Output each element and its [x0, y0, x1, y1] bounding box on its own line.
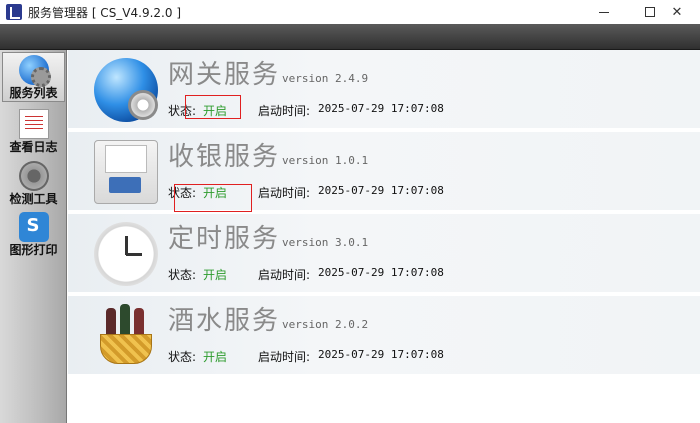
title-bar: 服务管理器 [ CS_V4.9.2.0 ] ✕ [0, 0, 700, 24]
globe-gear-icon [18, 55, 51, 87]
service-name: 网关服务 [168, 60, 281, 90]
minimize-button[interactable] [581, 0, 627, 24]
log-document-icon [18, 109, 49, 139]
start-time-value: 2025-07-29 17:07:08 [318, 348, 444, 361]
service-version: version 2.4.9 [282, 72, 369, 85]
service-list: 网关服务 version 2.4.9 状态: 开启 启动时间: 2025-07-… [68, 50, 700, 423]
service-card-beverage[interactable]: 酒水服务 version 2.0.2 状态: 开启 启动时间: 2025-07-… [68, 296, 700, 376]
start-time-label: 启动时间: [258, 268, 311, 282]
sidebar-item-graphic-print[interactable]: 图形打印 [2, 208, 65, 258]
service-name: 定时服务 [168, 224, 281, 254]
sidebar: 服务列表 查看日志 检测工具 图形打印 [0, 50, 67, 423]
service-card-timer[interactable]: 定时服务 version 3.0.1 状态: 开启 启动时间: 2025-07-… [68, 214, 700, 294]
sidebar-item-test-tool[interactable]: 检测工具 [2, 157, 65, 207]
service-card-cashier[interactable]: 收银服务 version 1.0.1 状态: 开启 启动时间: 2025-07-… [68, 132, 700, 212]
sidebar-item-label: 服务列表 [9, 86, 58, 100]
start-time-label: 启动时间: [258, 104, 311, 118]
globe-gear-icon [94, 58, 158, 122]
sidebar-item-service-list[interactable]: 服务列表 [2, 52, 65, 102]
pos-terminal-icon [94, 140, 158, 204]
clock-minute-hand [126, 253, 142, 256]
service-card-gateway[interactable]: 网关服务 version 2.4.9 状态: 开启 启动时间: 2025-07-… [68, 50, 700, 130]
window-title: 服务管理器 [ CS_V4.9.2.0 ] [28, 6, 181, 20]
start-time-label: 启动时间: [258, 350, 311, 364]
service-version: version 3.0.1 [282, 236, 369, 249]
print-app-icon [18, 212, 49, 242]
service-version: version 1.0.1 [282, 154, 369, 167]
gear-tool-icon [18, 161, 49, 191]
basket [100, 334, 152, 364]
status-value: 开启 [203, 350, 228, 364]
wine-basket-icon [94, 304, 158, 368]
clock-icon [94, 222, 158, 286]
close-icon: ✕ [671, 4, 683, 20]
highlight-box [174, 184, 252, 212]
status-label: 状态: [168, 268, 197, 282]
start-time-value: 2025-07-29 17:07:08 [318, 102, 444, 115]
sidebar-item-label: 图形打印 [9, 243, 58, 257]
status-label: 状态: [168, 350, 197, 364]
service-name: 酒水服务 [168, 306, 281, 336]
sidebar-item-label: 检测工具 [9, 192, 58, 206]
highlight-box [185, 95, 241, 119]
service-version: version 2.0.2 [282, 318, 369, 331]
start-time-label: 启动时间: [258, 186, 311, 200]
start-time-value: 2025-07-29 17:07:08 [318, 266, 444, 279]
app-icon [6, 4, 22, 20]
sidebar-item-view-log[interactable]: 查看日志 [2, 105, 65, 155]
service-name: 收银服务 [168, 142, 281, 172]
sidebar-item-label: 查看日志 [9, 140, 58, 154]
start-time-value: 2025-07-29 17:07:08 [318, 184, 444, 197]
toolbar-strip [0, 24, 700, 50]
close-button[interactable]: ✕ [654, 0, 700, 24]
minimize-icon [599, 11, 609, 13]
status-value: 开启 [203, 268, 228, 282]
